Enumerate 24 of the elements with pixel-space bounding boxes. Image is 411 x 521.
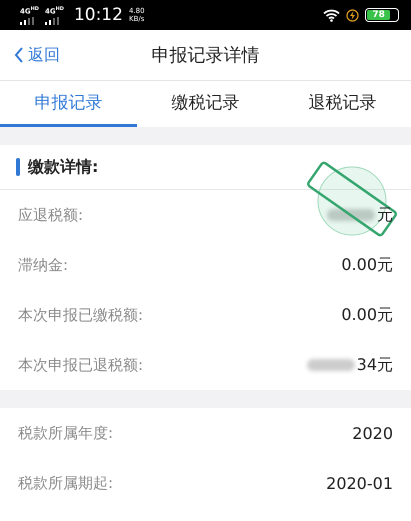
- field-label: 本次申报已缴税额:: [18, 306, 144, 324]
- field-label: 税款所属期起:: [18, 474, 114, 492]
- clock-time: 10:12: [74, 5, 123, 25]
- back-chevron-icon: [14, 46, 24, 64]
- battery-icon: 78: [365, 8, 399, 22]
- tab[interactable]: 退税记录: [274, 81, 411, 127]
- field-value: 2020: [352, 424, 393, 442]
- page-title: 申报记录详情: [152, 44, 260, 67]
- signal-icon: [44, 16, 59, 25]
- field-label: 税款所属年度:: [18, 424, 114, 442]
- section-marker: [16, 158, 20, 176]
- field-label: 应退税额:: [18, 206, 84, 224]
- field-value: 0.00元: [341, 304, 393, 326]
- field-label: 滞纳金:: [18, 256, 68, 274]
- section-title: 缴款详情:: [28, 156, 98, 178]
- field-value: 34元: [356, 354, 393, 376]
- field-label: 本次申报已退税额:: [18, 356, 144, 374]
- wifi-icon: [323, 8, 340, 22]
- signal-icon: [20, 16, 34, 25]
- back-button[interactable]: 返回: [0, 44, 60, 66]
- field-value: 2020-01: [326, 474, 393, 492]
- tab[interactable]: 缴税记录: [137, 81, 274, 127]
- field-value: 0.00元: [341, 254, 393, 276]
- field-value: 元: [377, 204, 393, 226]
